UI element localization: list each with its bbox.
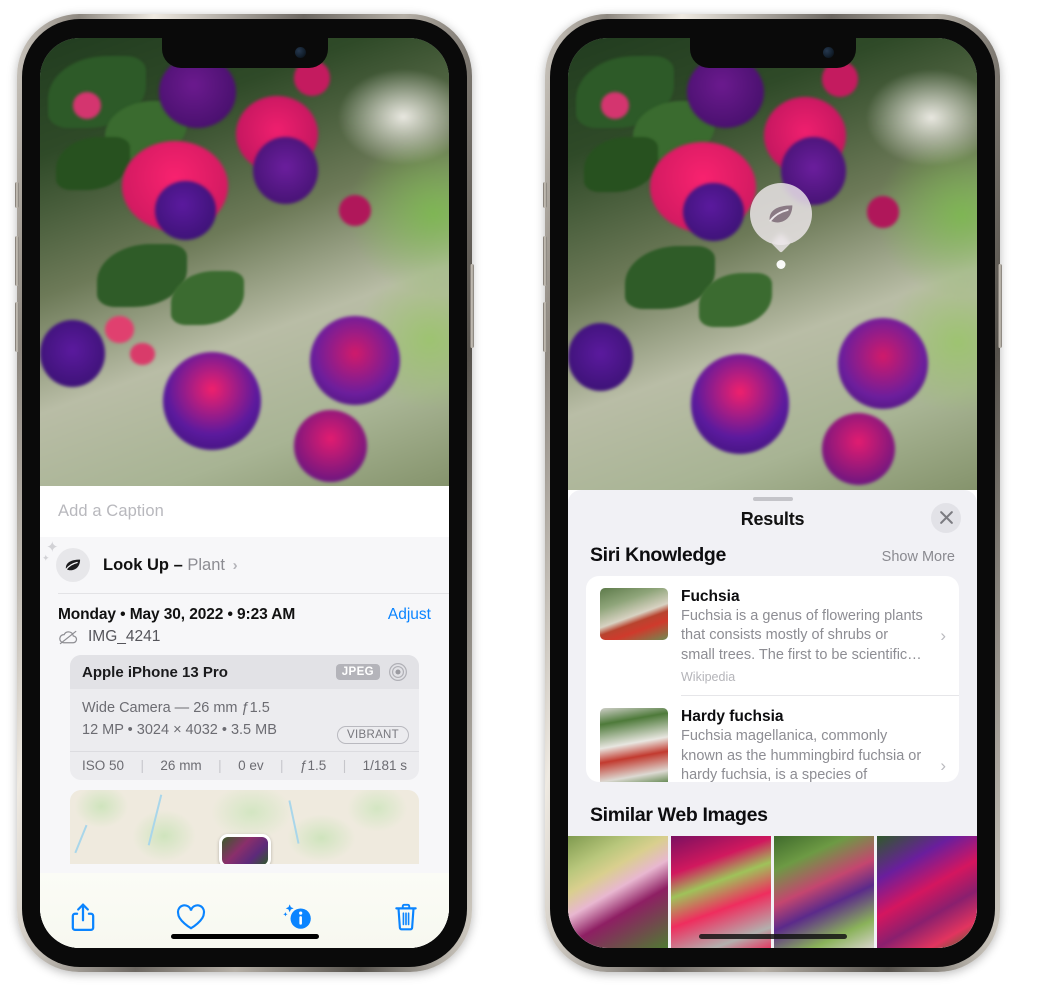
similar-web-images-title: Similar Web Images	[590, 804, 768, 826]
exif-row: ISO 50 | 26 mm | 0 ev | ƒ1.5 | 1/181 s	[70, 750, 419, 780]
format-badge: JPEG	[335, 664, 380, 680]
exif-focal: 26 mm	[160, 757, 202, 773]
siri-knowledge-card: Fuchsia Fuchsia is a genus of flowering …	[586, 575, 959, 782]
home-indicator-right[interactable]	[698, 934, 847, 939]
results-title: Results	[740, 508, 805, 529]
chevron-right-icon: ›	[940, 625, 946, 645]
similar-image-2[interactable]	[671, 836, 771, 948]
silence-switch-right[interactable]	[543, 182, 547, 208]
exif-exposure: 0 ev	[238, 757, 264, 773]
plant-detection-pin[interactable]	[749, 182, 812, 269]
home-indicator-left[interactable]	[170, 934, 319, 939]
lens-circles-icon	[389, 663, 407, 681]
photo-image-fuchsia-lookup[interactable]	[568, 38, 977, 490]
knowledge-description: Fuchsia magellanica, commonly known as t…	[681, 728, 922, 782]
knowledge-row-hardy-fuchsia[interactable]: Hardy fuchsia Fuchsia magellanica, commo…	[586, 696, 959, 782]
volume-down-button-left[interactable]	[15, 302, 19, 352]
camera-card-body: Wide Camera — 26 mm ƒ1.5 12 MP • 3024 × …	[70, 689, 419, 751]
hardy-fuchsia-thumbnail	[600, 708, 668, 782]
adjust-button[interactable]: Adjust	[388, 606, 431, 624]
exif-shutter: 1/181 s	[362, 757, 407, 773]
knowledge-source: Wikipedia	[681, 670, 736, 685]
lookup-section: ✦ ✦ Look Up – Plant › Monday • May 30, 2…	[40, 537, 449, 873]
photo-filename: IMG_4241	[88, 628, 161, 645]
look-up-plant-row[interactable]: ✦ ✦ Look Up – Plant ›	[40, 537, 449, 593]
power-button-left[interactable]	[470, 264, 474, 348]
close-button[interactable]	[931, 502, 961, 533]
leaf-icon	[65, 559, 81, 571]
sparkles-small-icon: ✦	[42, 553, 50, 563]
exif-sep-3: |	[280, 757, 284, 773]
photo-thumbnail-pin[interactable]	[218, 833, 271, 864]
knowledge-row-fuchsia[interactable]: Fuchsia Fuchsia is a genus of flowering …	[586, 576, 959, 695]
photo-date: Monday • May 30, 2022 • 9:23 AM	[58, 606, 296, 623]
exif-sep-2: |	[218, 757, 222, 773]
knowledge-body-hardy: Hardy fuchsia Fuchsia magellanica, commo…	[681, 708, 947, 782]
exif-sep-1: |	[140, 757, 144, 773]
power-button-right[interactable]	[998, 264, 1002, 348]
volume-up-button-right[interactable]	[543, 236, 547, 286]
location-map-strip[interactable]	[70, 789, 419, 864]
share-button[interactable]	[66, 900, 100, 934]
similar-image-1[interactable]	[568, 836, 668, 948]
screenshot-canvas: Add a Caption ✦ ✦ Look Up – Plant › Mond…	[0, 0, 1055, 985]
pin-anchor-dot	[776, 259, 786, 269]
results-header: Results	[568, 501, 977, 544]
fuchsia-thumbnail	[600, 587, 668, 640]
lookup-label-group: Look Up – Plant ›	[103, 556, 238, 575]
show-more-button[interactable]: Show More	[882, 549, 955, 565]
photo-metadata: Monday • May 30, 2022 • 9:23 AM Adjust I…	[40, 594, 449, 873]
lens-line: Wide Camera — 26 mm ƒ1.5	[82, 700, 270, 716]
close-icon	[939, 511, 953, 525]
exif-sep-4: |	[342, 757, 347, 773]
siri-knowledge-header: Siri Knowledge Show More	[568, 544, 977, 576]
iphone-left-photos-detail: Add a Caption ✦ ✦ Look Up – Plant › Mond…	[15, 14, 474, 972]
front-camera-icon	[294, 47, 306, 58]
photo-info-sheet: Add a Caption ✦ ✦ Look Up – Plant › Mond…	[40, 486, 449, 948]
knowledge-description: Fuchsia is a genus of flowering plants t…	[681, 607, 923, 663]
camera-device-name: Apple iPhone 13 Pro	[82, 663, 228, 681]
chevron-right-icon: ›	[232, 556, 238, 574]
results-sheet: Results Siri Knowledge Show More Fuchsia…	[568, 490, 977, 948]
similar-web-images-grid	[568, 836, 977, 948]
similar-web-images-header: Similar Web Images	[568, 782, 977, 827]
lookup-label: Look Up –	[103, 555, 183, 574]
similar-image-3[interactable]	[774, 836, 874, 948]
knowledge-title: Hardy fuchsia	[681, 708, 784, 726]
chevron-right-icon: ›	[940, 755, 946, 775]
photo-image-fuchsia[interactable]	[40, 38, 449, 486]
volume-up-button-left[interactable]	[15, 236, 19, 286]
icloud-slash-icon	[59, 630, 78, 644]
screen-right: Results Siri Knowledge Show More Fuchsia…	[568, 38, 977, 948]
knowledge-title: Fuchsia	[681, 587, 740, 605]
notch-right	[689, 38, 856, 68]
exif-iso: ISO 50	[82, 757, 125, 773]
leaf-icon	[769, 204, 793, 223]
favorite-button[interactable]	[174, 900, 208, 934]
caption-field[interactable]: Add a Caption	[40, 486, 449, 537]
camera-card-header: Apple iPhone 13 Pro JPEG	[70, 655, 419, 689]
exif-aperture: ƒ1.5	[300, 757, 327, 773]
siri-knowledge-title: Siri Knowledge	[590, 543, 726, 566]
silence-switch-left[interactable]	[15, 182, 19, 208]
similar-image-4[interactable]	[877, 836, 977, 948]
delete-button[interactable]	[389, 900, 423, 934]
volume-down-button-right[interactable]	[543, 302, 547, 352]
knowledge-body-fuchsia: Fuchsia Fuchsia is a genus of flowering …	[681, 588, 947, 684]
screen-left: Add a Caption ✦ ✦ Look Up – Plant › Mond…	[40, 38, 449, 948]
notch-left	[161, 38, 328, 68]
photographic-style-badge: VIBRANT	[337, 725, 409, 744]
front-camera-icon	[822, 47, 834, 58]
lookup-badge: ✦ ✦	[42, 540, 90, 582]
pin-bubble	[749, 182, 812, 245]
camera-info-card: Apple iPhone 13 Pro JPEG Wide Camera — 2…	[70, 655, 419, 780]
iphone-right-visual-lookup: Results Siri Knowledge Show More Fuchsia…	[543, 14, 1002, 972]
info-button[interactable]	[281, 900, 315, 934]
lookup-subject: Plant	[187, 555, 225, 574]
